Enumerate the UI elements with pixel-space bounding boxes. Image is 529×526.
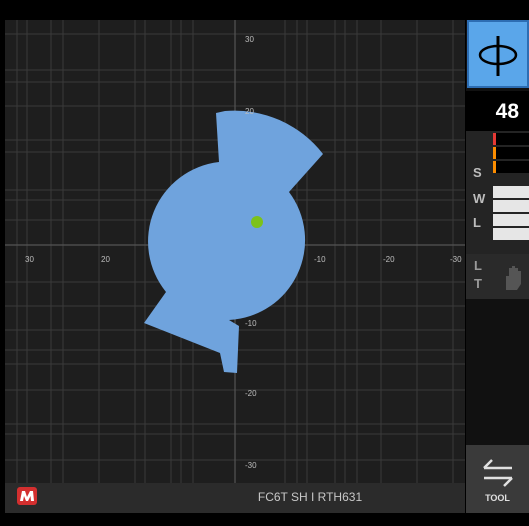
meter-label-l: L bbox=[473, 215, 481, 230]
sensor-mode-button[interactable] bbox=[467, 20, 529, 88]
l-bar-2 bbox=[493, 228, 529, 240]
tool-label: TOOL bbox=[485, 493, 510, 503]
gain-display: 48 bbox=[466, 91, 529, 131]
polar-plot: 30 20 -10 -20 -30 30 20 -10 -20 -30 bbox=[5, 20, 465, 483]
s-bar-1 bbox=[493, 133, 529, 145]
app-screen: 30 20 -10 -20 -30 30 20 -10 -20 -30 48 S… bbox=[0, 0, 529, 526]
y-tick-30: 30 bbox=[245, 35, 254, 44]
status-bar: FC6T SH I RTH631 bbox=[5, 483, 465, 513]
y-tick-neg20: -20 bbox=[245, 389, 257, 398]
x-tick-20: 20 bbox=[101, 255, 110, 264]
y-tick-neg30: -30 bbox=[245, 461, 257, 470]
gain-value: 48 bbox=[495, 100, 519, 123]
cursor-marker bbox=[251, 216, 263, 228]
swap-arrows-icon bbox=[483, 459, 513, 487]
s-bar-2 bbox=[493, 147, 529, 159]
status-text: FC6T SH I RTH631 bbox=[257, 490, 363, 504]
x-tick-30: 30 bbox=[25, 255, 34, 264]
lt-label-l: L bbox=[474, 258, 482, 273]
lt-label-t: T bbox=[474, 276, 482, 291]
tool-button[interactable]: TOOL bbox=[466, 445, 529, 513]
y-tick-20: 20 bbox=[245, 107, 254, 116]
s-bar-3 bbox=[493, 161, 529, 173]
transducer-icon bbox=[478, 36, 518, 76]
lt-panel[interactable]: L T bbox=[466, 254, 529, 299]
l-bar-1 bbox=[493, 214, 529, 226]
w-bar-2 bbox=[493, 200, 529, 212]
x-tick-neg20: -20 bbox=[383, 255, 395, 264]
x-tick-neg30: -30 bbox=[450, 255, 462, 264]
meter-label-s: S bbox=[473, 165, 482, 180]
meter-label-w: W bbox=[473, 191, 486, 206]
w-bar-1 bbox=[493, 186, 529, 198]
polar-plot-area[interactable]: 30 20 -10 -20 -30 30 20 -10 -20 -30 bbox=[5, 20, 465, 483]
hand-icon bbox=[506, 266, 521, 290]
y-tick-neg10: -10 bbox=[245, 319, 257, 328]
x-tick-neg10: -10 bbox=[314, 255, 326, 264]
